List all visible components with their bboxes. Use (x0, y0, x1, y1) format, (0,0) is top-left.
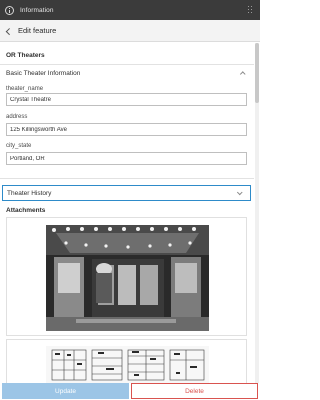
theater-photo-image[interactable] (46, 225, 209, 331)
delete-button[interactable]: Delete (131, 383, 258, 399)
chevron-up-icon (239, 71, 245, 77)
field-label-city-state: city_state (6, 143, 32, 149)
scrollbar[interactable] (255, 43, 259, 383)
group-label: Theater History (7, 189, 52, 197)
field-label-address: address (6, 114, 28, 120)
panel-header: Edit feature (0, 20, 260, 42)
divider (0, 64, 254, 65)
action-bar: Update Delete (0, 383, 260, 400)
field-label-theater-name: theater_name (6, 86, 44, 92)
info-icon (5, 5, 14, 15)
map-scan-image[interactable] (46, 346, 209, 383)
drag-handle-icon[interactable] (248, 6, 252, 14)
theater-name-input[interactable] (6, 93, 247, 106)
attachment-card[interactable] (6, 217, 247, 336)
group-header-basic-info[interactable]: Basic Theater Information (0, 66, 254, 80)
attachments-heading: Attachments (6, 207, 46, 214)
group-label: Basic Theater Information (6, 69, 81, 77)
update-button[interactable]: Update (2, 383, 129, 399)
city-state-input[interactable] (6, 152, 247, 165)
group-header-theater-history[interactable]: Theater History (2, 185, 251, 201)
back-arrow-icon[interactable] (0, 20, 18, 42)
layer-name: OR Theaters (6, 52, 45, 59)
window-titlebar: Information (0, 0, 260, 20)
attachment-card[interactable] (6, 339, 247, 383)
chevron-down-icon (236, 190, 242, 196)
feature-form: OR Theaters Basic Theater Information th… (0, 43, 254, 383)
window-title: Information (20, 6, 54, 14)
panel-title: Edit feature (18, 26, 57, 35)
address-input[interactable] (6, 123, 247, 136)
scrollbar-thumb[interactable] (255, 43, 259, 103)
divider (0, 178, 254, 179)
